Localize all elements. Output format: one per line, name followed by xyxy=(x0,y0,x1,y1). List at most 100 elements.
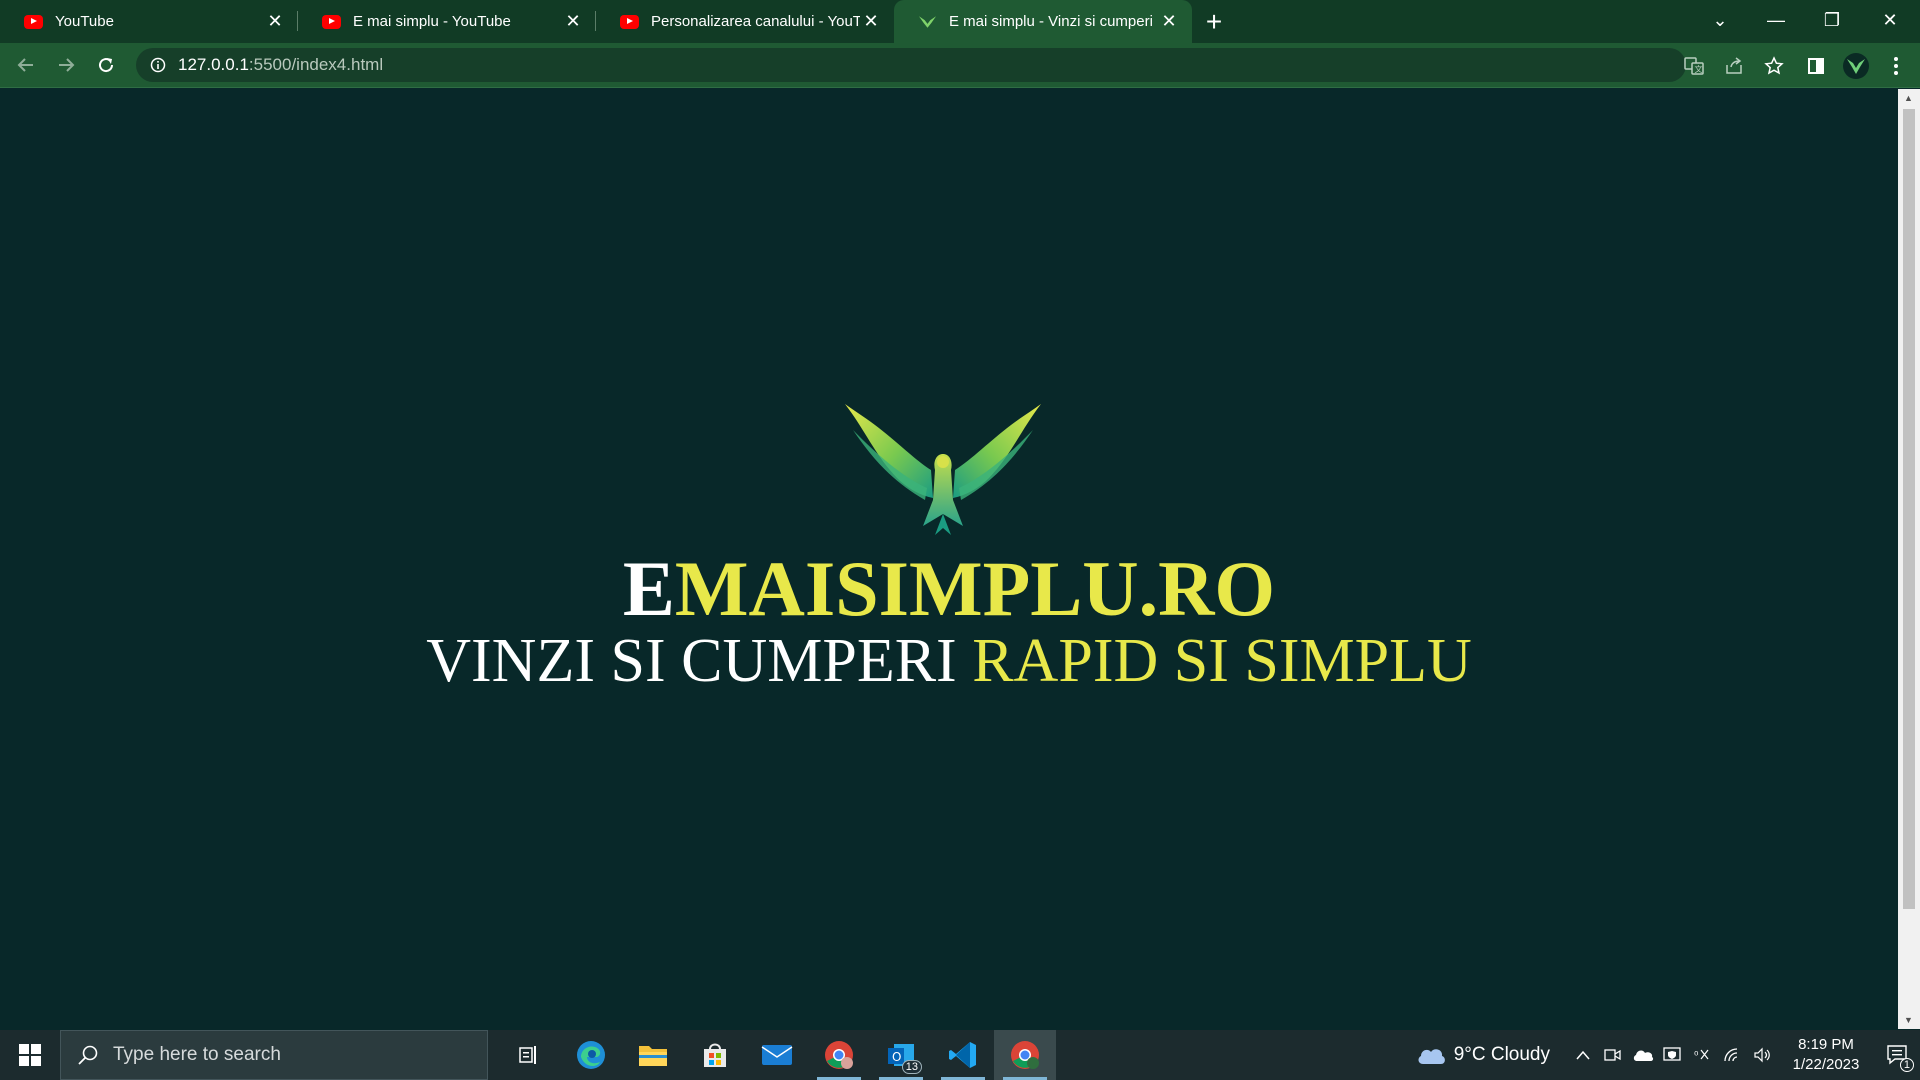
profile-button[interactable] xyxy=(1836,46,1876,86)
youtube-icon xyxy=(620,14,639,29)
close-tab-icon[interactable]: ✕ xyxy=(562,11,584,33)
notification-badge: 1 xyxy=(1899,1058,1914,1072)
search-icon xyxy=(78,1045,98,1065)
tab-strip: YouTube ✕ E mai simplu - YouTube ✕ Perso… xyxy=(0,0,1920,43)
taskbar-chrome[interactable] xyxy=(994,1030,1056,1080)
brand-first-letter: E xyxy=(622,545,675,632)
tab-title: E mai simplu - YouTube xyxy=(353,13,511,30)
tagline-white: VINZI SI CUMPERI xyxy=(426,627,973,695)
new-tab-button[interactable]: + xyxy=(1192,0,1236,43)
svg-text:文: 文 xyxy=(1695,64,1703,74)
avatar xyxy=(1843,52,1869,79)
svg-text:⁰: ⁰ xyxy=(1694,1049,1699,1062)
wifi-icon xyxy=(1724,1048,1738,1062)
url-path: :5500/index4.html xyxy=(248,55,384,74)
bookmark-button[interactable] xyxy=(1754,46,1794,86)
side-panel-button[interactable] xyxy=(1796,46,1836,86)
speaker-icon xyxy=(1754,1047,1770,1063)
tab-e-mai-simplu-youtube[interactable]: E mai simplu - YouTube ✕ xyxy=(298,0,596,43)
close-tab-icon[interactable]: ✕ xyxy=(1158,11,1180,33)
tab-title: Personalizarea canalului - YouTube xyxy=(651,13,860,30)
weather-text: 9°C Cloudy xyxy=(1453,1044,1550,1065)
tab-youtube[interactable]: YouTube ✕ xyxy=(0,0,298,43)
youtube-icon xyxy=(24,14,43,29)
close-tab-icon[interactable]: ✕ xyxy=(264,11,286,33)
youtube-icon xyxy=(322,14,341,29)
volume-icon[interactable] xyxy=(1748,1030,1778,1080)
reload-button[interactable] xyxy=(86,45,126,85)
svg-text:O: O xyxy=(892,1050,901,1064)
input-language-icon[interactable]: ⁰ xyxy=(1688,1030,1718,1080)
windows-icon xyxy=(19,1044,41,1066)
tab-personalizarea-canalului[interactable]: Personalizarea canalului - YouTube ✕ xyxy=(596,0,894,43)
folder-icon xyxy=(639,1046,667,1066)
tab-title: YouTube xyxy=(55,13,114,30)
outlook-badge: 13 xyxy=(901,1060,922,1074)
onedrive-icon[interactable] xyxy=(1628,1030,1658,1080)
share-button[interactable] xyxy=(1714,46,1754,86)
start-button[interactable] xyxy=(0,1030,60,1080)
tagline-yellow: RAPID SI SIMPLU xyxy=(972,627,1472,695)
tagline: VINZI SI CUMPERI RAPID SI SIMPLU xyxy=(0,628,1898,694)
translate-icon: 文 xyxy=(1684,56,1704,75)
taskbar-file-explorer[interactable] xyxy=(622,1030,684,1080)
meet-now-icon[interactable] xyxy=(1598,1030,1628,1080)
arrow-left-icon xyxy=(17,58,33,72)
arrow-right-icon xyxy=(59,58,75,72)
star-icon xyxy=(1764,55,1784,74)
translate-button[interactable]: 文 xyxy=(1674,46,1714,86)
clock[interactable]: 8:19 PM 1/22/2023 xyxy=(1786,1035,1866,1075)
chrome-icon xyxy=(825,1041,853,1069)
minimize-button[interactable]: — xyxy=(1748,0,1804,40)
security-tray-icon[interactable] xyxy=(1658,1030,1688,1080)
restore-button[interactable]: ❐ xyxy=(1804,0,1860,40)
taskbar-mail[interactable] xyxy=(746,1030,808,1080)
close-tab-icon[interactable]: ✕ xyxy=(860,11,882,33)
bird-logo xyxy=(845,404,1041,535)
task-view-icon xyxy=(519,1046,536,1064)
tab-title: E mai simplu - Vinzi si cumperi rapid si… xyxy=(949,13,1158,30)
system-tray: 9°C Cloudy ⁰ 8:19 PM 1/22/2023 1 xyxy=(1416,1030,1920,1080)
task-view-button[interactable] xyxy=(498,1030,560,1080)
chrome-icon xyxy=(1011,1041,1039,1069)
scroll-down-icon[interactable]: ▼ xyxy=(1904,1015,1913,1025)
notification-center-button[interactable]: 1 xyxy=(1876,1030,1920,1080)
vscode-icon xyxy=(949,1042,976,1068)
keyboard-ime-icon: ⁰ xyxy=(1694,1049,1709,1062)
windows-taskbar: Type here to search O 13 9°C Cloudy ⁰ 8:… xyxy=(0,1030,1920,1080)
url-host: 127.0.0.1 xyxy=(178,55,249,74)
scroll-up-icon[interactable]: ▲ xyxy=(1904,93,1913,103)
clock-time: 8:19 PM xyxy=(1798,1036,1854,1053)
taskbar-vscode[interactable] xyxy=(932,1030,994,1080)
camera-icon xyxy=(1604,1049,1621,1061)
mail-icon xyxy=(761,1045,793,1065)
taskbar-search[interactable]: Type here to search xyxy=(60,1030,488,1080)
tab-search-icon[interactable]: ⌄ xyxy=(1692,0,1748,40)
clock-date: 1/22/2023 xyxy=(1792,1056,1860,1073)
address-bar[interactable]: 127.0.0.1:5500/index4.html xyxy=(136,48,1686,82)
search-placeholder: Type here to search xyxy=(113,1044,281,1065)
tab-e-mai-simplu-site[interactable]: E mai simplu - Vinzi si cumperi rapid si… xyxy=(894,0,1192,43)
brand-rest: MAISIMPLU.RO xyxy=(674,545,1276,632)
page-scrollbar[interactable]: ▲ ▼ xyxy=(1898,89,1920,1029)
taskbar-store[interactable] xyxy=(684,1030,746,1080)
scrollbar-thumb[interactable] xyxy=(1903,109,1915,909)
taskbar-edge[interactable] xyxy=(560,1030,622,1080)
reload-icon xyxy=(99,58,114,73)
cloud-icon xyxy=(1633,1050,1654,1061)
network-icon[interactable] xyxy=(1718,1030,1748,1080)
taskbar-chrome-profile[interactable] xyxy=(808,1030,870,1080)
forward-button[interactable] xyxy=(46,45,86,85)
cloud-icon xyxy=(1418,1049,1445,1064)
taskbar-outlook[interactable]: O 13 xyxy=(870,1030,932,1080)
back-button[interactable] xyxy=(6,45,46,85)
show-hidden-icons[interactable] xyxy=(1568,1030,1598,1080)
weather-widget[interactable]: 9°C Cloudy xyxy=(1416,1044,1550,1066)
chevron-up-icon xyxy=(1576,1050,1590,1060)
close-window-button[interactable]: ✕ xyxy=(1862,0,1918,40)
side-panel-icon xyxy=(1808,57,1824,74)
info-icon[interactable] xyxy=(150,57,166,73)
menu-button[interactable] xyxy=(1876,46,1916,86)
share-icon xyxy=(1726,56,1742,74)
bird-logo-icon xyxy=(918,15,937,28)
